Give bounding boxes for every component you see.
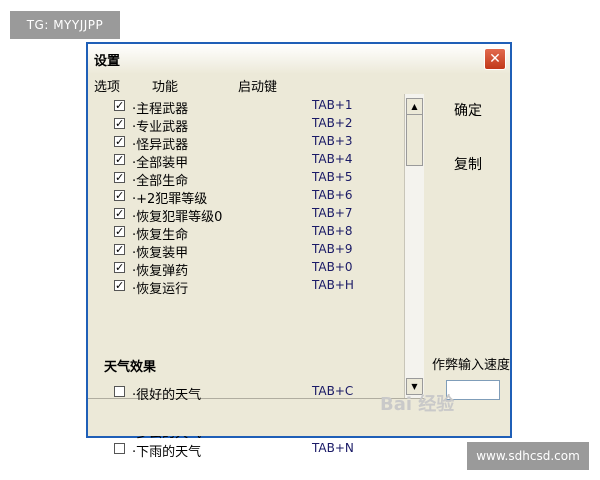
list-item[interactable]: ·下雨的天气 TAB+N xyxy=(88,441,404,460)
checkbox[interactable]: ✓ xyxy=(114,262,125,273)
close-button[interactable]: ✕ xyxy=(484,48,506,70)
function-name: ·怪异武器 xyxy=(132,138,189,153)
hotkey: TAB+2 xyxy=(312,116,353,130)
window-title: 设置 xyxy=(94,54,121,69)
scroll-thumb[interactable] xyxy=(406,114,423,166)
weather-section-title: 天气效果 xyxy=(104,360,157,375)
checkbox[interactable]: ✓ xyxy=(114,172,125,183)
hotkey: TAB+3 xyxy=(312,134,353,148)
checkbox[interactable]: ✓ xyxy=(114,190,125,201)
list-item[interactable]: ✓ ·恢复运行 TAB+H xyxy=(88,278,404,297)
list-scrollbar[interactable]: ▲ ▼ xyxy=(404,94,424,398)
function-name: ·恢复弹药 xyxy=(132,264,189,279)
list-item[interactable]: ✓ ·恢复装甲 TAB+9 xyxy=(88,242,404,261)
function-name: ·恢复生命 xyxy=(132,228,189,243)
list-item[interactable]: ✓ ·主程武器 TAB+1 xyxy=(88,98,404,117)
header-option: 选项 xyxy=(94,80,121,95)
close-icon: ✕ xyxy=(489,51,501,67)
hotkey: TAB+8 xyxy=(312,224,353,238)
checkbox[interactable]: ✓ xyxy=(114,244,125,255)
title-bar[interactable]: 设置 ✕ xyxy=(88,44,510,74)
header-function: 功能 xyxy=(152,80,179,95)
list-item[interactable]: ✓ ·恢复犯罪等级0 TAB+7 xyxy=(88,206,404,225)
hotkey: TAB+N xyxy=(312,441,354,455)
hotkey: TAB+7 xyxy=(312,206,353,220)
checkbox[interactable]: ✓ xyxy=(114,208,125,219)
list-item[interactable]: ✓ ·专业武器 TAB+2 xyxy=(88,116,404,135)
list-item[interactable]: ✓ ·恢复弹药 TAB+0 xyxy=(88,260,404,279)
hotkey: TAB+1 xyxy=(312,98,353,112)
hotkey: TAB+5 xyxy=(312,170,353,184)
function-name: ·+2犯罪等级 xyxy=(132,192,208,207)
confirm-button[interactable]: 确定 xyxy=(454,100,482,120)
function-name: ·恢复装甲 xyxy=(132,246,189,261)
checkbox[interactable]: ✓ xyxy=(114,136,125,147)
hotkey: TAB+H xyxy=(312,278,354,292)
function-name: ·主程武器 xyxy=(132,102,189,117)
speed-label: 作弊输入速度 xyxy=(432,358,511,373)
checkbox[interactable]: ✓ xyxy=(114,118,125,129)
checkbox[interactable]: ✓ xyxy=(114,154,125,165)
hotkey: TAB+4 xyxy=(312,152,353,166)
checkbox[interactable]: ✓ xyxy=(114,280,125,291)
hotkey: TAB+C xyxy=(312,384,354,398)
checkbox[interactable] xyxy=(114,386,125,397)
cheat-list: 天气效果 ✓ ·主程武器 TAB+1 ✓ ·专业武器 TAB+2 ✓ ·怪异武器 TAB+3 ✓ ·… xyxy=(88,94,424,460)
hotkey: TAB+0 xyxy=(312,260,353,274)
list-item[interactable]: ✓ ·全部生命 TAB+5 xyxy=(88,170,404,189)
list-item[interactable]: ✓ ·怪异武器 TAB+3 xyxy=(88,134,404,153)
copy-button[interactable]: 复制 xyxy=(454,154,482,174)
scroll-up-button[interactable]: ▲ xyxy=(406,98,423,115)
arrow-up-icon: ▲ xyxy=(411,102,418,111)
function-name: ·全部生命 xyxy=(132,174,189,189)
header-hotkey: 启动键 xyxy=(238,80,278,95)
function-name: ·恢复运行 xyxy=(132,282,189,297)
list-item[interactable]: ✓ ·+2犯罪等级 TAB+6 xyxy=(88,188,404,207)
hotkey: TAB+9 xyxy=(312,242,353,256)
watermark-bottom-right: www.sdhcsd.com xyxy=(467,442,589,470)
function-name: ·全部装甲 xyxy=(132,156,189,171)
settings-window: 设置 ✕ 选项 功能 启动键 天气效果 ✓ ·主程武器 TAB+1 ✓ ·专业武器 TAB… xyxy=(86,42,512,460)
watermark-top-left: TG: MYYJJPP xyxy=(10,11,120,39)
hotkey: TAB+6 xyxy=(312,188,353,202)
checkbox[interactable]: ✓ xyxy=(114,100,125,111)
list-item[interactable]: ✓ ·恢复生命 TAB+8 xyxy=(88,224,404,243)
function-name: ·专业武器 xyxy=(132,120,189,135)
checkbox[interactable]: ✓ xyxy=(114,226,125,237)
baidu-watermark: Bai 经验 xyxy=(380,394,455,415)
checkbox[interactable] xyxy=(114,443,125,454)
list-item[interactable]: ✓ ·全部装甲 TAB+4 xyxy=(88,152,404,171)
function-name: ·下雨的天气 xyxy=(132,445,202,460)
function-name: ·恢复犯罪等级0 xyxy=(132,210,223,225)
